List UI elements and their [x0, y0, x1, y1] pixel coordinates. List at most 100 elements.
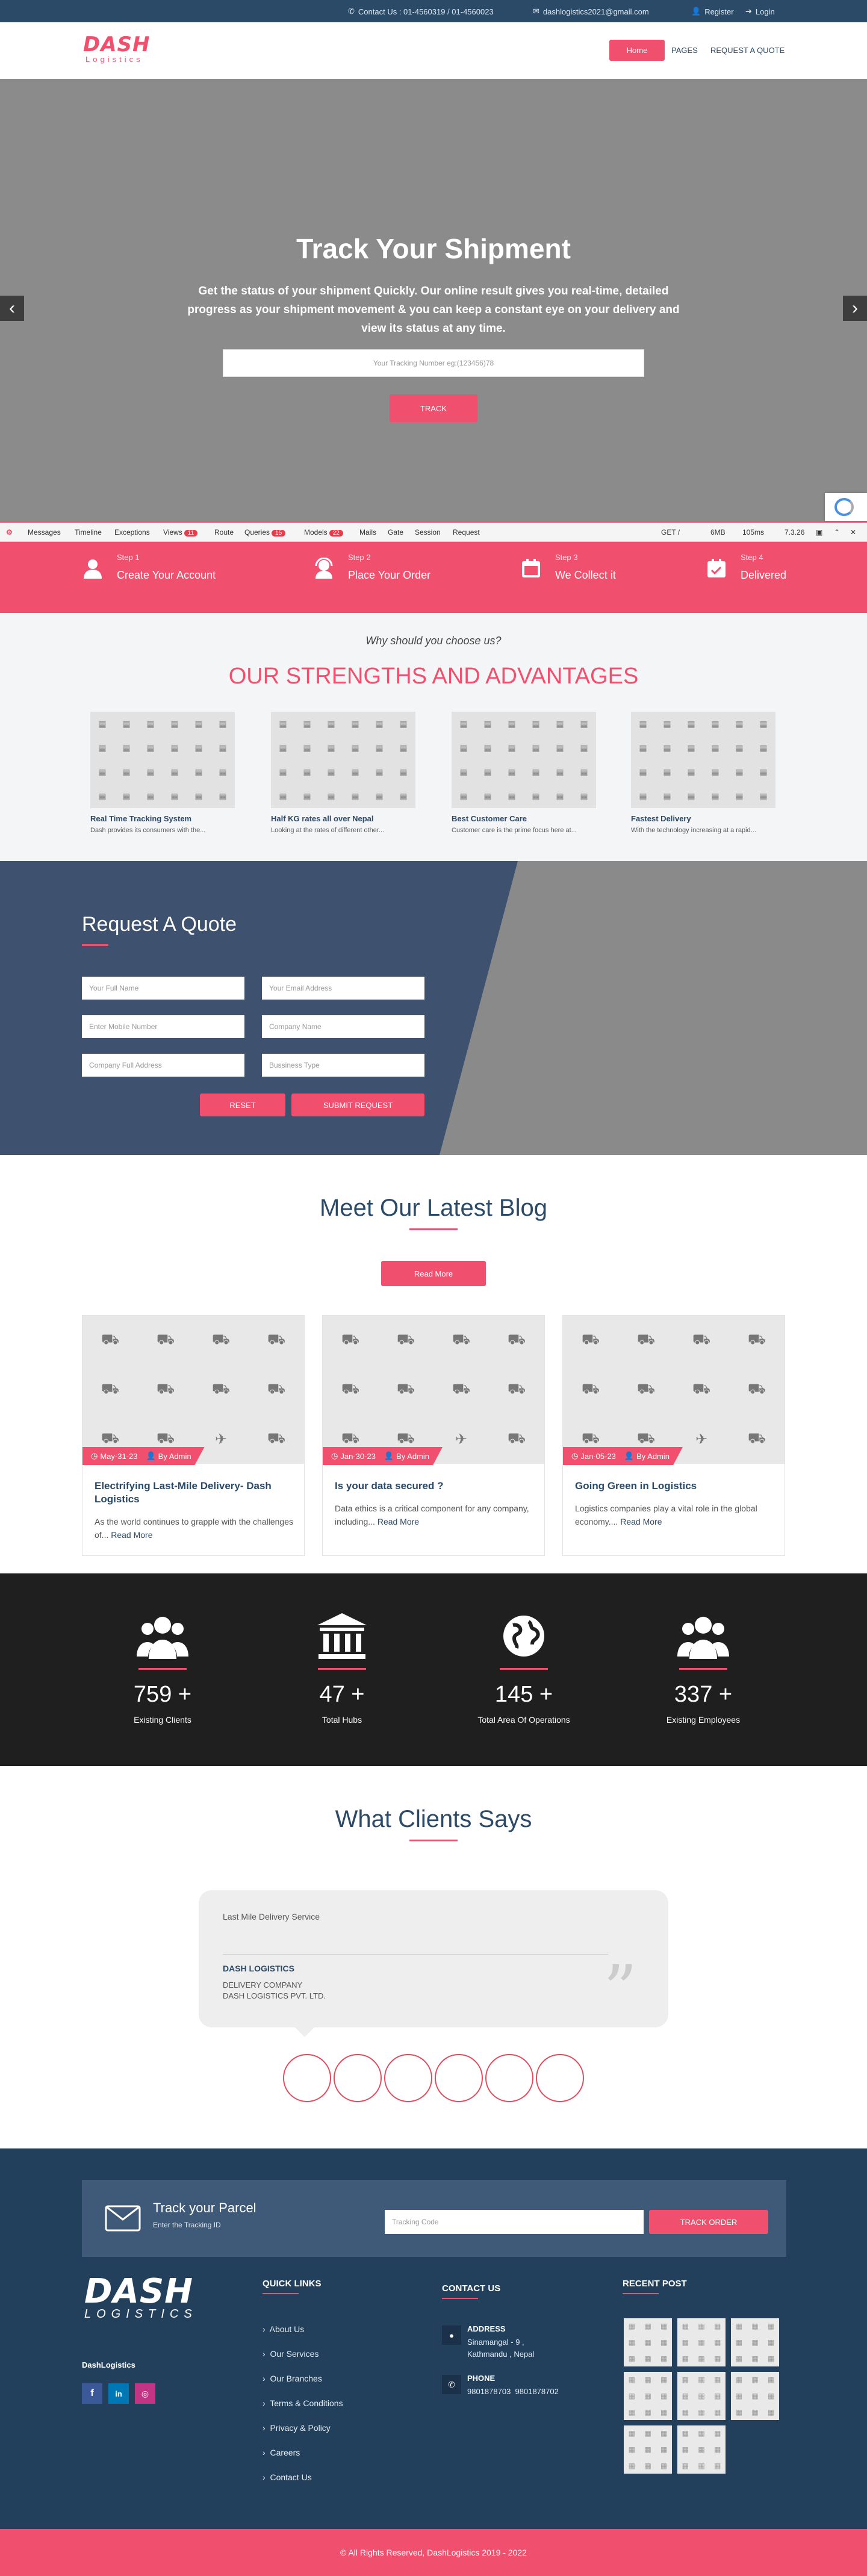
quote-title: Request A Quote	[82, 913, 237, 936]
models-label: Models	[304, 528, 328, 537]
recent-post-thumb[interactable]: ▦ ▦ ▦ ▦ ▦ ▦ ▦ ▦ ▦	[624, 2372, 672, 2420]
recent-post-thumb[interactable]: ▦ ▦ ▦ ▦ ▦ ▦ ▦ ▦ ▦	[624, 2425, 672, 2474]
strength-card[interactable]: ▦ ▦ ▦ ▦ ▦ ▦ ▦ ▦ ▦ ▦ ▦ ▦ ▦ ▦ ▦ ▦ ▦ ▦ ▦ ▦ ▦ ▦ ▦ ▦ Best Customer C…	[452, 712, 596, 838]
blog-card[interactable]: ⛟ ⛟ ⛟ ⛟ ⛟ ⛟ ⛟ ⛟ ⛟ ⛟ ✈ ⛟ ◷ Jan-05-23 👤 By Admin Going G…	[562, 1315, 785, 1556]
slider-prev-button[interactable]: ‹	[0, 296, 24, 321]
email-info[interactable]: ✉ dashlogistics2021@gmail.com	[533, 7, 649, 16]
card-image: ▦ ▦ ▦ ▦ ▦ ▦ ▦ ▦ ▦ ▦ ▦ ▦ ▦ ▦ ▦ ▦ ▦ ▦ ▦ ▦ ▦ ▦ ▦ ▦	[452, 712, 596, 808]
blog-read-more-link[interactable]: Read More	[620, 1517, 662, 1526]
slider-next-button[interactable]: ›	[843, 296, 867, 321]
nav-item-home[interactable]: Home	[609, 40, 665, 61]
stat-label: Total Hubs	[322, 1715, 362, 1725]
footer-link[interactable]: › Careers	[263, 2448, 300, 2457]
mobile-input[interactable]: Enter Mobile Number	[82, 1015, 244, 1038]
tracking-input[interactable]: Your Tracking Number eg:(123456)78	[223, 349, 644, 377]
company-address-input[interactable]: Company Full Address	[82, 1054, 244, 1077]
login-text[interactable]: Login	[756, 7, 775, 16]
debug-collapse-icon[interactable]: ⌃	[834, 528, 840, 537]
footer-link[interactable]: › Our Branches	[263, 2374, 322, 2383]
blog-read-more-link[interactable]: Read More	[111, 1530, 152, 1540]
hero-section: ‹ › Track Your Shipment Get the status o…	[0, 79, 867, 521]
blog-meta: ◷ May-31-23 👤 By Admin	[82, 1447, 205, 1465]
recaptcha-badge[interactable]	[825, 493, 867, 521]
blog-card[interactable]: ⛟ ⛟ ⛟ ⛟ ⛟ ⛟ ⛟ ⛟ ⛟ ⛟ ✈ ⛟ ◷ Jan-30-23 👤 By Admin Is your…	[322, 1315, 545, 1556]
debugbar-logo-icon[interactable]: ⚙	[6, 528, 13, 537]
footer-link[interactable]: › Privacy & Policy	[263, 2423, 331, 2433]
recent-post-thumb[interactable]: ▦ ▦ ▦ ▦ ▦ ▦ ▦ ▦ ▦	[731, 2318, 779, 2366]
footer-link-label[interactable]: Careers	[270, 2448, 300, 2457]
strength-card[interactable]: ▦ ▦ ▦ ▦ ▦ ▦ ▦ ▦ ▦ ▦ ▦ ▦ ▦ ▦ ▦ ▦ ▦ ▦ ▦ ▦ ▦ ▦ ▦ ▦ Fastest Deliver…	[631, 712, 775, 838]
card-image: ▦ ▦ ▦ ▦ ▦ ▦ ▦ ▦ ▦ ▦ ▦ ▦ ▦ ▦ ▦ ▦ ▦ ▦ ▦ ▦ ▦ ▦ ▦ ▦	[631, 712, 775, 808]
email-text[interactable]: dashlogistics2021@gmail.com	[543, 7, 649, 16]
footer-link-label[interactable]: Terms & Conditions	[270, 2398, 343, 2408]
strength-card[interactable]: ▦ ▦ ▦ ▦ ▦ ▦ ▦ ▦ ▦ ▦ ▦ ▦ ▦ ▦ ▦ ▦ ▦ ▦ ▦ ▦ ▦ ▦ ▦ ▦ Real Time Track…	[90, 712, 235, 838]
client-avatar[interactable]	[536, 2054, 584, 2102]
blog-post-title[interactable]: Going Green in Logistics	[575, 1479, 774, 1493]
company-name-input[interactable]: Company Name	[262, 1015, 424, 1038]
track-button[interactable]: TRACK	[390, 394, 477, 422]
blog-read-more-button[interactable]: Read More	[381, 1261, 486, 1286]
client-avatar[interactable]	[435, 2054, 483, 2102]
card-title: Half KG rates all over Nepal	[271, 814, 374, 823]
client-avatar[interactable]	[334, 2054, 382, 2102]
debug-tab-messages[interactable]: Messages	[28, 528, 61, 537]
clients-title: What Clients Says	[335, 1806, 532, 1832]
full-name-input[interactable]: Your Full Name	[82, 977, 244, 1000]
footer-link-label[interactable]: Our Services	[270, 2349, 319, 2359]
debug-tab-session[interactable]: Session	[415, 528, 441, 537]
footer-link[interactable]: › Terms & Conditions	[263, 2398, 343, 2408]
nav-item-request-quote[interactable]: REQUEST A QUOTE	[710, 46, 785, 55]
footer-logo[interactable]: DASH LOGISTICS	[84, 2275, 197, 2321]
debug-tab-timeline[interactable]: Timeline	[75, 528, 102, 537]
footer-link-label[interactable]: About Us	[270, 2324, 305, 2334]
debug-tab-gate[interactable]: Gate	[388, 528, 403, 537]
debug-tab-views[interactable]: Views 11	[163, 528, 198, 537]
footer-link[interactable]: › Contact Us	[263, 2472, 312, 2482]
views-badge: 11	[184, 530, 198, 537]
reset-button[interactable]: RESET	[200, 1094, 285, 1116]
debug-tab-queries[interactable]: Queries 15	[244, 528, 286, 537]
register-link[interactable]: 👤 Register	[691, 7, 734, 16]
blog-read-more-link[interactable]: Read More	[378, 1517, 419, 1526]
blog-card[interactable]: ⛟ ⛟ ⛟ ⛟ ⛟ ⛟ ⛟ ⛟ ⛟ ⛟ ✈ ⛟ ◷ May-31-23 👤 By Admin Electri…	[82, 1315, 305, 1556]
client-avatar[interactable]	[485, 2054, 533, 2102]
recent-post-thumb[interactable]: ▦ ▦ ▦ ▦ ▦ ▦ ▦ ▦ ▦	[677, 2425, 726, 2474]
strength-card[interactable]: ▦ ▦ ▦ ▦ ▦ ▦ ▦ ▦ ▦ ▦ ▦ ▦ ▦ ▦ ▦ ▦ ▦ ▦ ▦ ▦ ▦ ▦ ▦ ▦ Half KG rates a…	[271, 712, 415, 838]
debug-tab-request[interactable]: Request	[453, 528, 480, 537]
login-link[interactable]: ➔ Login	[745, 7, 775, 16]
debug-tab-route[interactable]: Route	[214, 528, 234, 537]
client-avatar[interactable]	[283, 2054, 331, 2102]
footer-link-label[interactable]: Contact Us	[270, 2472, 311, 2482]
submit-request-button[interactable]: SUBMIT REQUEST	[291, 1094, 424, 1116]
debug-tab-exceptions[interactable]: Exceptions	[114, 528, 150, 537]
track-order-button[interactable]: TRACK ORDER	[649, 2210, 768, 2234]
phone-text: 9801878703 9801878702	[467, 2387, 559, 2396]
blog-post-title[interactable]: Is your data secured ?	[335, 1479, 533, 1493]
linkedin-icon[interactable]: in	[108, 2383, 129, 2404]
tracking-code-input[interactable]: Tracking Code	[385, 2210, 644, 2234]
debug-open-icon[interactable]: ▣	[816, 528, 822, 537]
site-logo[interactable]: DASH Logistics	[83, 34, 150, 64]
debug-tab-mails[interactable]: Mails	[359, 528, 376, 537]
recent-post-thumb[interactable]: ▦ ▦ ▦ ▦ ▦ ▦ ▦ ▦ ▦	[677, 2318, 726, 2366]
register-text[interactable]: Register	[704, 7, 733, 16]
footer-link-label[interactable]: Privacy & Policy	[270, 2423, 330, 2433]
debug-tab-models[interactable]: Models 22	[304, 528, 343, 537]
recent-post-thumb[interactable]: ▦ ▦ ▦ ▦ ▦ ▦ ▦ ▦ ▦	[677, 2372, 726, 2420]
blog-post-title[interactable]: Electrifying Last-Mile Delivery- Dash Lo…	[95, 1479, 293, 1506]
copyright-bar: © All Rights Reserved, DashLogistics 201…	[0, 2529, 867, 2576]
nav-item-pages[interactable]: PAGES	[671, 46, 698, 55]
instagram-icon[interactable]: ◎	[135, 2383, 155, 2404]
footer-link[interactable]: › About Us	[263, 2324, 304, 2334]
phone-label: PHONE	[467, 2374, 496, 2383]
email-input[interactable]: Your Email Address	[262, 977, 424, 1000]
recent-post-thumb[interactable]: ▦ ▦ ▦ ▦ ▦ ▦ ▦ ▦ ▦	[624, 2318, 672, 2366]
client-avatar[interactable]	[384, 2054, 432, 2102]
business-type-input[interactable]: Bussiness Type	[262, 1054, 424, 1077]
recaptcha-icon	[834, 498, 854, 516]
debug-close-icon[interactable]: ✕	[850, 528, 856, 537]
facebook-icon[interactable]: f	[82, 2383, 102, 2404]
recent-post-thumb[interactable]: ▦ ▦ ▦ ▦ ▦ ▦ ▦ ▦ ▦	[731, 2372, 779, 2420]
footer-link[interactable]: › Our Services	[263, 2349, 319, 2359]
footer-link-label[interactable]: Our Branches	[270, 2374, 322, 2383]
